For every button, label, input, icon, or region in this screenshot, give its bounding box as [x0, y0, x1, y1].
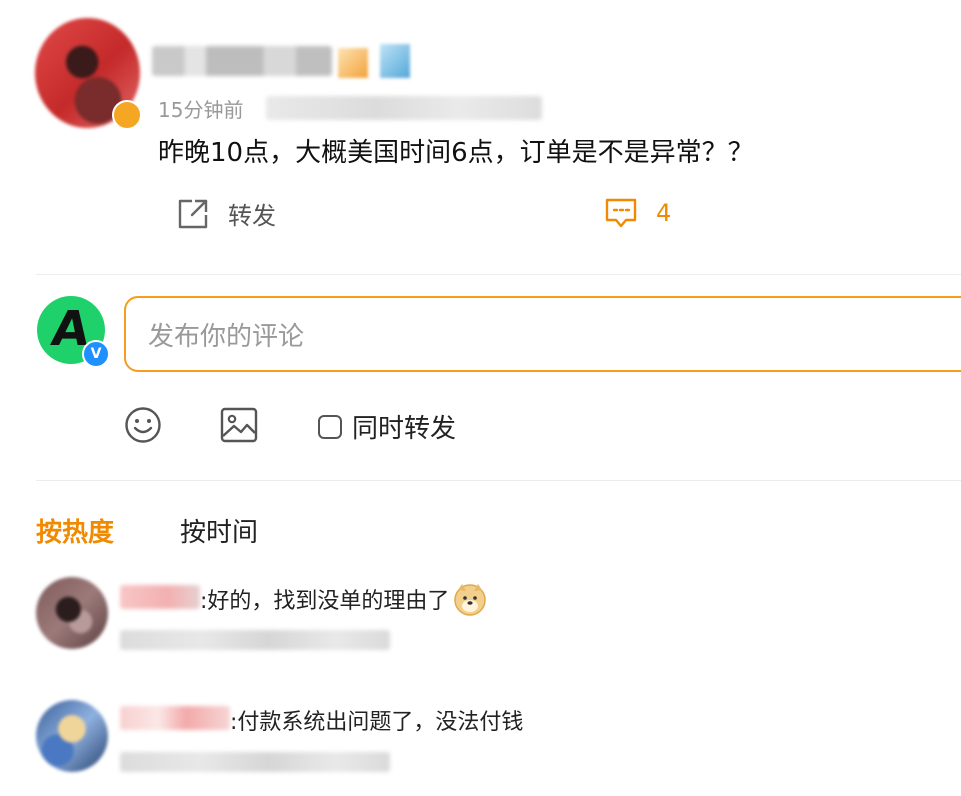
user-badge-icon	[338, 48, 368, 78]
verified-badge-icon	[112, 100, 142, 130]
post-source	[266, 96, 542, 120]
post-author-name[interactable]	[152, 46, 332, 76]
commenter-name[interactable]	[120, 585, 200, 609]
tab-sort-time[interactable]: 按时间	[180, 512, 258, 549]
comment-input[interactable]: 发布你的评论	[124, 296, 961, 372]
tab-sort-hot[interactable]: 按热度	[36, 512, 114, 549]
verify-mark: V	[90, 346, 102, 362]
comment-body: :付款系统出问题了，没法付钱	[230, 710, 524, 735]
divider	[36, 480, 961, 481]
commenter-avatar[interactable]	[36, 577, 108, 649]
comment-button[interactable]: 4	[604, 196, 671, 230]
comment-icon	[605, 198, 637, 228]
comment-meta	[120, 752, 390, 772]
checkbox-icon	[318, 414, 342, 439]
forward-button[interactable]: 转发	[176, 196, 276, 231]
comment-meta	[120, 630, 390, 650]
forward-label: 转发	[228, 202, 276, 230]
post-time: 15分钟前	[158, 98, 244, 122]
forward-icon	[178, 199, 208, 228]
comment-body: :好的，找到没单的理由了	[200, 589, 450, 614]
repost-checkbox[interactable]: 同时转发	[318, 408, 456, 445]
image-icon[interactable]	[219, 406, 259, 444]
post-text: 昨晚10点，大概美国时间6点，订单是不是异常？？	[158, 138, 754, 168]
comment-input-placeholder: 发布你的评论	[148, 321, 305, 352]
comment-text: :好的，找到没单的理由了	[200, 582, 487, 616]
divider	[36, 274, 961, 275]
commenter-name[interactable]	[120, 706, 230, 730]
comment-count: 4	[656, 199, 672, 227]
doge-emoji	[454, 584, 487, 616]
emoji-icon[interactable]	[124, 406, 162, 444]
commenter-avatar[interactable]	[36, 700, 108, 772]
user-badge-icon	[380, 44, 410, 78]
repost-label: 同时转发	[352, 414, 457, 444]
verified-icon: V	[82, 340, 110, 368]
